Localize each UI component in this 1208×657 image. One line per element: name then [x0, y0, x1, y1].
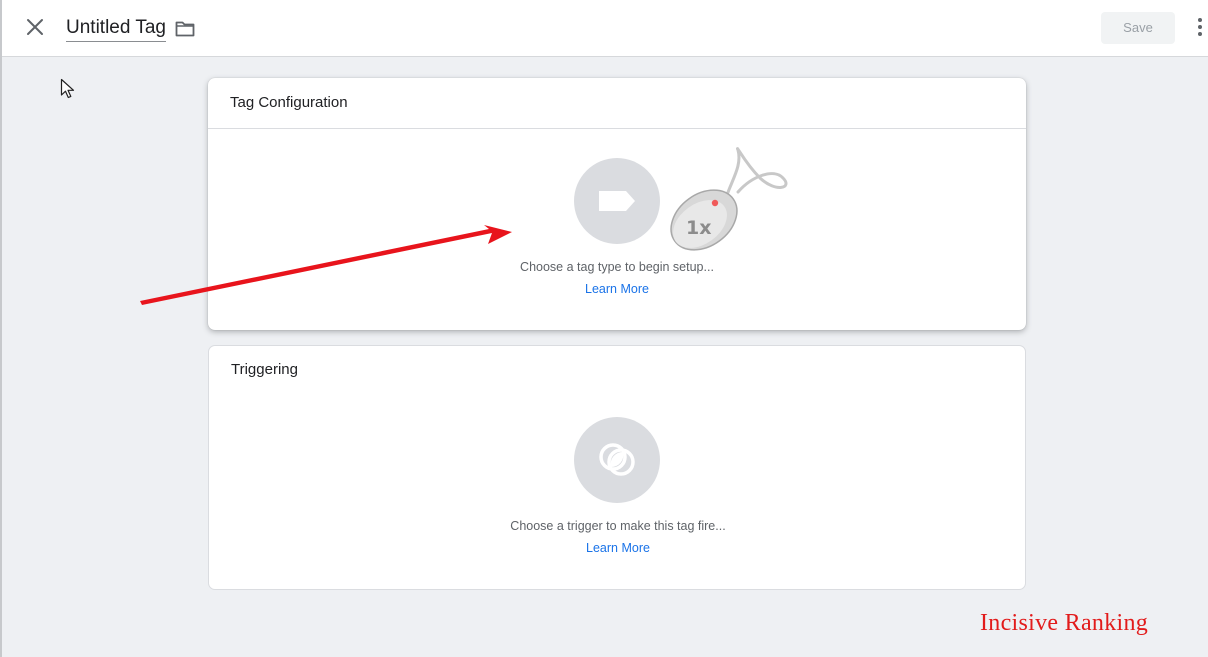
watermark: Incisive Ranking	[980, 610, 1149, 636]
tag-name-input[interactable]: Untitled Tag	[66, 16, 166, 42]
triggering-card[interactable]: Triggering Choose a trigger to make this…	[208, 345, 1026, 590]
tag-configuration-title: Tag Configuration	[230, 94, 348, 111]
more-vert-icon	[1198, 18, 1202, 36]
folder-button[interactable]	[174, 18, 196, 40]
save-button[interactable]: Save	[1101, 12, 1175, 44]
folder-icon	[175, 21, 195, 37]
trigger-hint: Choose a trigger to make this tag fire..…	[510, 519, 726, 533]
top-bar: Untitled Tag Save	[2, 0, 1208, 57]
close-icon	[27, 19, 43, 35]
choose-tag-type-button[interactable]	[574, 158, 660, 244]
pointer-cursor-icon	[60, 78, 75, 99]
window-edge	[0, 0, 2, 657]
divider	[208, 128, 1026, 129]
choose-trigger-button[interactable]	[574, 417, 660, 503]
tag-learn-more-link[interactable]: Learn More	[208, 282, 1026, 296]
triggering-title: Triggering	[231, 361, 298, 378]
tag-type-hint: Choose a tag type to begin setup...	[520, 260, 714, 274]
more-options-button[interactable]	[1193, 16, 1207, 38]
trigger-learn-more-link[interactable]: Learn More	[209, 541, 1027, 555]
tag-configuration-card[interactable]: Tag Configuration Choose a tag type to b…	[208, 78, 1026, 330]
close-button[interactable]	[21, 13, 49, 41]
tag-icon	[599, 191, 635, 211]
trigger-icon	[599, 443, 635, 476]
